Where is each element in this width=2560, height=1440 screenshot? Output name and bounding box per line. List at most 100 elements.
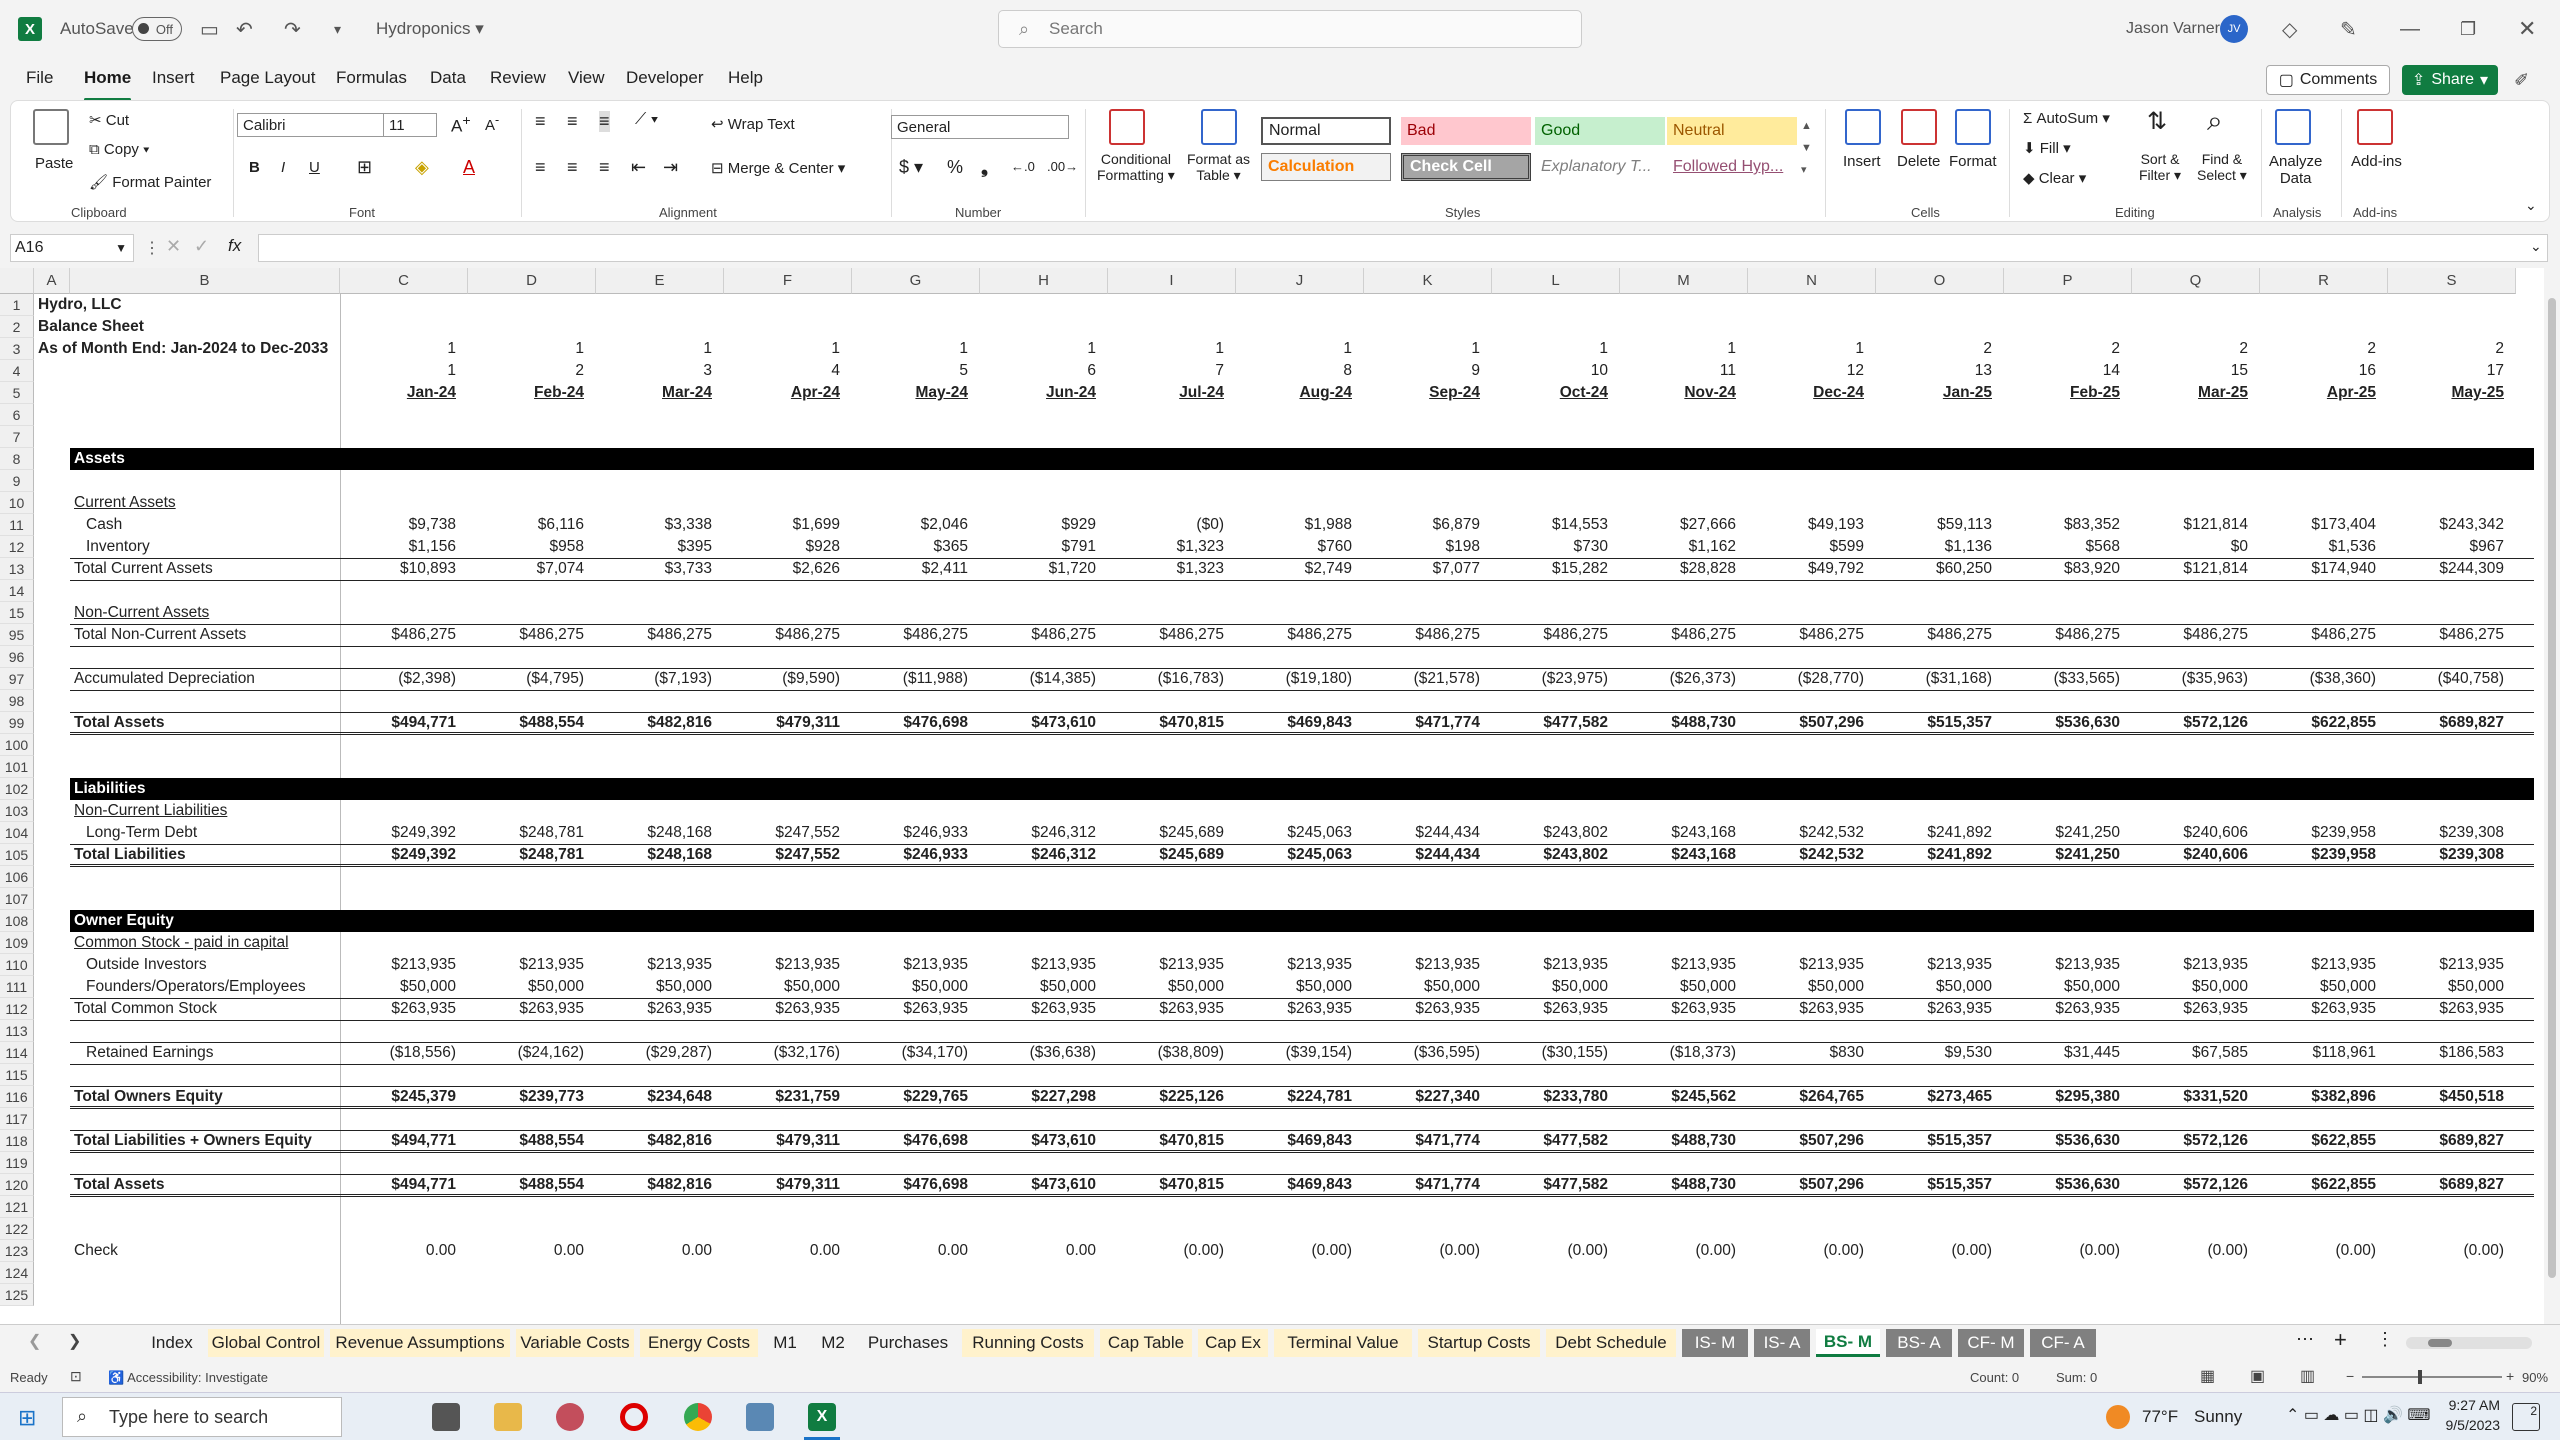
- app-icon[interactable]: [746, 1403, 774, 1431]
- horizontal-scrollbar[interactable]: [2406, 1337, 2532, 1349]
- cell-value[interactable]: $6,116: [468, 514, 584, 536]
- cell-value[interactable]: $536,630: [2004, 1130, 2120, 1152]
- cell-value[interactable]: ($31,168): [1876, 668, 1992, 690]
- cell-value[interactable]: $241,250: [2004, 844, 2120, 866]
- vertical-scrollbar[interactable]: [2544, 268, 2560, 1324]
- cell-value[interactable]: $263,935: [340, 998, 456, 1020]
- cell-value[interactable]: $263,935: [1748, 998, 1864, 1020]
- number-format-select[interactable]: General: [891, 115, 1069, 139]
- column-header[interactable]: D: [468, 268, 596, 294]
- cell-value[interactable]: $486,275: [724, 624, 840, 646]
- increase-font-icon[interactable]: A+: [451, 113, 471, 137]
- cell-value[interactable]: $689,827: [2388, 1174, 2504, 1196]
- fill-color-icon[interactable]: ◈: [415, 157, 429, 178]
- cell-value[interactable]: $245,063: [1236, 844, 1352, 866]
- cell-value[interactable]: $515,357: [1876, 1130, 1992, 1152]
- year-index[interactable]: 1: [1236, 338, 1352, 360]
- menu-page-layout[interactable]: Page Layout: [220, 68, 315, 88]
- style-normal[interactable]: Normal: [1261, 117, 1391, 145]
- sheet-tab[interactable]: BS- A: [1886, 1329, 1952, 1357]
- row-header[interactable]: 120: [0, 1174, 34, 1196]
- month-header[interactable]: May-25: [2388, 382, 2504, 404]
- column-header[interactable]: M: [1620, 268, 1748, 294]
- font-size-select[interactable]: 11: [383, 113, 437, 137]
- snipping-tool-icon[interactable]: [556, 1403, 584, 1431]
- cell-value[interactable]: $234,648: [596, 1086, 712, 1108]
- cell-value[interactable]: (0.00): [2388, 1240, 2505, 1262]
- month-header[interactable]: Jan-24: [340, 382, 456, 404]
- cell-value[interactable]: $1,720: [980, 558, 1096, 580]
- cell-value[interactable]: $83,352: [2004, 514, 2120, 536]
- cell-value[interactable]: $2,046: [852, 514, 968, 536]
- cell-value[interactable]: ($36,638): [980, 1042, 1096, 1064]
- cell-value[interactable]: $213,935: [1876, 954, 1992, 976]
- wrap-text-button[interactable]: ↩ Wrap Text: [711, 115, 795, 133]
- row-header[interactable]: 100: [0, 734, 34, 756]
- align-left-icon[interactable]: ≡: [535, 157, 546, 178]
- customize-qat-icon[interactable]: ▾: [334, 0, 341, 58]
- cell-value[interactable]: $536,630: [2004, 1174, 2120, 1196]
- cell-value[interactable]: $967: [2388, 536, 2504, 558]
- comments-button[interactable]: ▢ Comments: [2266, 65, 2390, 95]
- clock-date[interactable]: 9/5/2023: [2424, 1417, 2501, 1433]
- redo-icon[interactable]: ↷: [284, 0, 301, 58]
- column-header[interactable]: P: [2004, 268, 2132, 294]
- cell-value[interactable]: $473,610: [980, 712, 1096, 734]
- column-header[interactable]: A: [34, 268, 70, 294]
- cell-value[interactable]: $248,781: [468, 844, 584, 866]
- cell-value[interactable]: (0.00): [1492, 1240, 1609, 1262]
- cell-value[interactable]: $242,532: [1748, 844, 1864, 866]
- underline-button[interactable]: U: [309, 159, 320, 176]
- name-box[interactable]: A16 ▼: [10, 234, 134, 262]
- cell-value[interactable]: $263,935: [1108, 998, 1224, 1020]
- row-header[interactable]: 13: [0, 558, 34, 580]
- total-liabilities-label[interactable]: Total Liabilities: [74, 844, 186, 866]
- cell-value[interactable]: $245,379: [340, 1086, 456, 1108]
- month-header[interactable]: Apr-24: [724, 382, 840, 404]
- sheet-tab[interactable]: Purchases: [860, 1329, 956, 1357]
- cell-value[interactable]: $50,000: [1108, 976, 1224, 998]
- cell-value[interactable]: $213,935: [980, 954, 1096, 976]
- column-header[interactable]: J: [1236, 268, 1364, 294]
- row-header[interactable]: 121: [0, 1196, 34, 1218]
- cell-value[interactable]: $247,552: [724, 844, 840, 866]
- year-index[interactable]: 1: [340, 338, 456, 360]
- cell-value[interactable]: $213,935: [596, 954, 712, 976]
- row-header[interactable]: 14: [0, 580, 34, 602]
- year-index[interactable]: 2: [2004, 338, 2120, 360]
- cell-value[interactable]: $50,000: [1364, 976, 1480, 998]
- cell-value[interactable]: $118,961: [2260, 1042, 2377, 1064]
- cell-value[interactable]: $479,311: [724, 1130, 840, 1152]
- cell-value[interactable]: ($32,176): [724, 1042, 840, 1064]
- percent-icon[interactable]: %: [947, 157, 963, 178]
- style-calculation[interactable]: Calculation: [1261, 153, 1391, 181]
- add-ins-button[interactable]: Add-ins: [2351, 153, 2402, 170]
- cell-value[interactable]: $249,392: [340, 822, 456, 844]
- month-index[interactable]: 9: [1364, 360, 1480, 382]
- cell-value[interactable]: $7,077: [1364, 558, 1480, 580]
- sheet-tab[interactable]: IS- M: [1682, 1329, 1748, 1357]
- save-icon[interactable]: ▭: [200, 0, 219, 58]
- cell-value[interactable]: $213,935: [2004, 954, 2120, 976]
- clear-button[interactable]: ◆ Clear ▾: [2023, 169, 2086, 187]
- column-header[interactable]: R: [2260, 268, 2388, 294]
- cell-value[interactable]: $486,275: [1748, 624, 1864, 646]
- cell-value[interactable]: $50,000: [852, 976, 968, 998]
- row-header[interactable]: 95: [0, 624, 34, 646]
- month-header[interactable]: May-24: [852, 382, 968, 404]
- row-header[interactable]: 15: [0, 602, 34, 624]
- inventory-label[interactable]: Inventory: [74, 536, 150, 558]
- noncurrent-liabilities-label[interactable]: Non-Current Liabilities: [74, 800, 227, 822]
- cell-value[interactable]: $689,827: [2388, 712, 2504, 734]
- row-header[interactable]: 12: [0, 536, 34, 558]
- menu-home[interactable]: Home: [84, 68, 132, 101]
- month-index[interactable]: 13: [1876, 360, 1992, 382]
- month-header[interactable]: Sep-24: [1364, 382, 1480, 404]
- outside-investors-label[interactable]: Outside Investors: [74, 954, 207, 976]
- cell-value[interactable]: ($9,590): [724, 668, 840, 690]
- cell-value[interactable]: $473,610: [980, 1174, 1096, 1196]
- cell-value[interactable]: $382,896: [2260, 1086, 2376, 1108]
- align-right-icon[interactable]: ≡: [599, 157, 610, 178]
- cell-value[interactable]: $246,933: [852, 844, 968, 866]
- row-header[interactable]: 98: [0, 690, 34, 712]
